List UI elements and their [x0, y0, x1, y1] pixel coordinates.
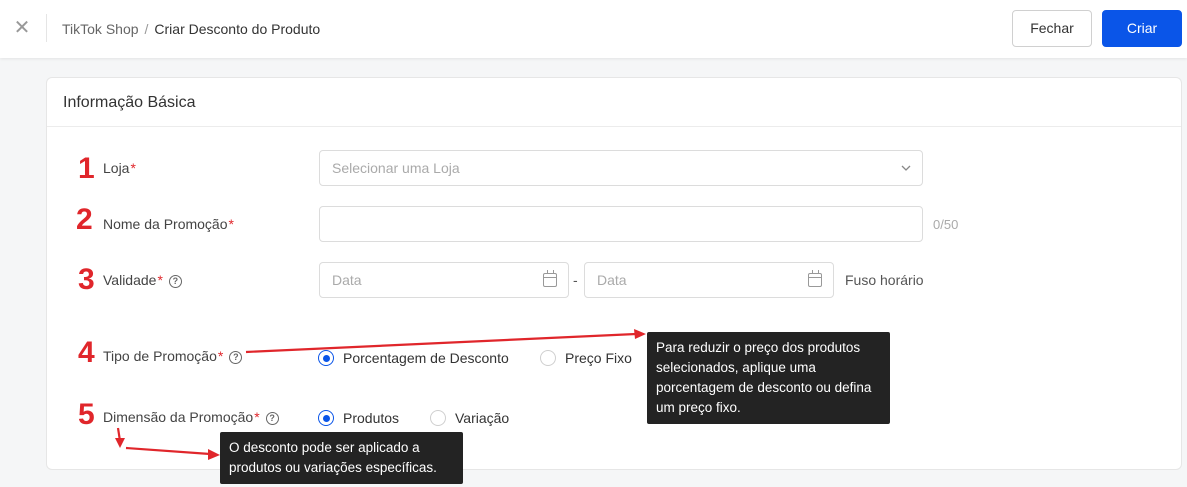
breadcrumb: TikTok Shop / Criar Desconto do Produto: [62, 21, 320, 37]
char-counter: 0/50: [933, 217, 959, 232]
validity-label-text: Validade: [103, 272, 157, 288]
radio-fixed-price[interactable]: [540, 350, 556, 366]
required-mark: *: [130, 160, 136, 176]
promo-dimension-tooltip: O desconto pode ser aplicado a produtos …: [220, 432, 463, 484]
help-icon[interactable]: ?: [229, 351, 243, 364]
promo-type-tooltip: Para reduzir o preço dos produtos seleci…: [647, 332, 890, 424]
divider: [46, 14, 47, 42]
radio-variation[interactable]: [430, 410, 446, 426]
promo-name-label-text: Nome da Promoção: [103, 216, 228, 232]
promo-type-label-text: Tipo de Promoção: [103, 348, 217, 364]
annotation-number-5: 5: [78, 398, 95, 431]
radio-label-variation[interactable]: Variação: [455, 410, 509, 426]
help-icon[interactable]: ?: [265, 412, 279, 425]
close-button[interactable]: Fechar: [1012, 10, 1092, 47]
annotation-number-1: 1: [78, 152, 95, 185]
breadcrumb-current: Criar Desconto do Produto: [154, 21, 321, 37]
breadcrumb-root[interactable]: TikTok Shop: [62, 21, 139, 37]
help-icon[interactable]: ?: [168, 275, 182, 288]
store-label: Loja*: [103, 160, 136, 176]
radio-products[interactable]: [318, 410, 334, 426]
annotation-number-3: 3: [78, 263, 95, 296]
required-mark: *: [217, 348, 224, 364]
radio-label-products[interactable]: Produtos: [343, 410, 399, 426]
store-select-placeholder: Selecionar uma Loja: [332, 160, 460, 176]
radio-label-fixed-price[interactable]: Preço Fixo: [565, 350, 632, 366]
start-date-input[interactable]: Data: [319, 262, 569, 298]
annotation-number-2: 2: [76, 203, 93, 236]
store-select[interactable]: Selecionar uma Loja: [319, 150, 923, 186]
end-date-input[interactable]: Data: [584, 262, 834, 298]
end-date-placeholder: Data: [597, 272, 627, 288]
create-button[interactable]: Criar: [1102, 10, 1182, 47]
promo-type-label: Tipo de Promoção*?: [103, 348, 243, 364]
top-bar: ✕ TikTok Shop / Criar Desconto do Produto …: [0, 0, 1187, 58]
promo-dimension-label: Dimensão da Promoção*?: [103, 409, 279, 425]
calendar-icon: [808, 270, 822, 287]
promo-dimension-label-text: Dimensão da Promoção: [103, 409, 254, 425]
required-mark: *: [254, 409, 260, 425]
radio-percentage-discount[interactable]: [318, 350, 334, 366]
radio-label-percentage[interactable]: Porcentagem de Desconto: [343, 350, 509, 366]
calendar-icon: [543, 270, 557, 287]
required-mark: *: [157, 272, 163, 288]
start-date-placeholder: Data: [332, 272, 362, 288]
breadcrumb-separator: /: [144, 21, 149, 37]
validity-label: Validade*?: [103, 272, 182, 288]
store-label-text: Loja: [103, 160, 130, 176]
promo-name-label: Nome da Promoção*: [103, 216, 234, 232]
promo-name-input[interactable]: [319, 206, 923, 242]
timezone-label: Fuso horário: [845, 272, 924, 288]
required-mark: *: [228, 216, 234, 232]
card-title: Informação Básica: [47, 78, 1181, 127]
close-icon[interactable]: ✕: [12, 16, 32, 40]
annotation-number-4: 4: [78, 336, 95, 369]
chevron-down-icon: [901, 165, 911, 171]
date-range-dash: -: [573, 272, 578, 288]
